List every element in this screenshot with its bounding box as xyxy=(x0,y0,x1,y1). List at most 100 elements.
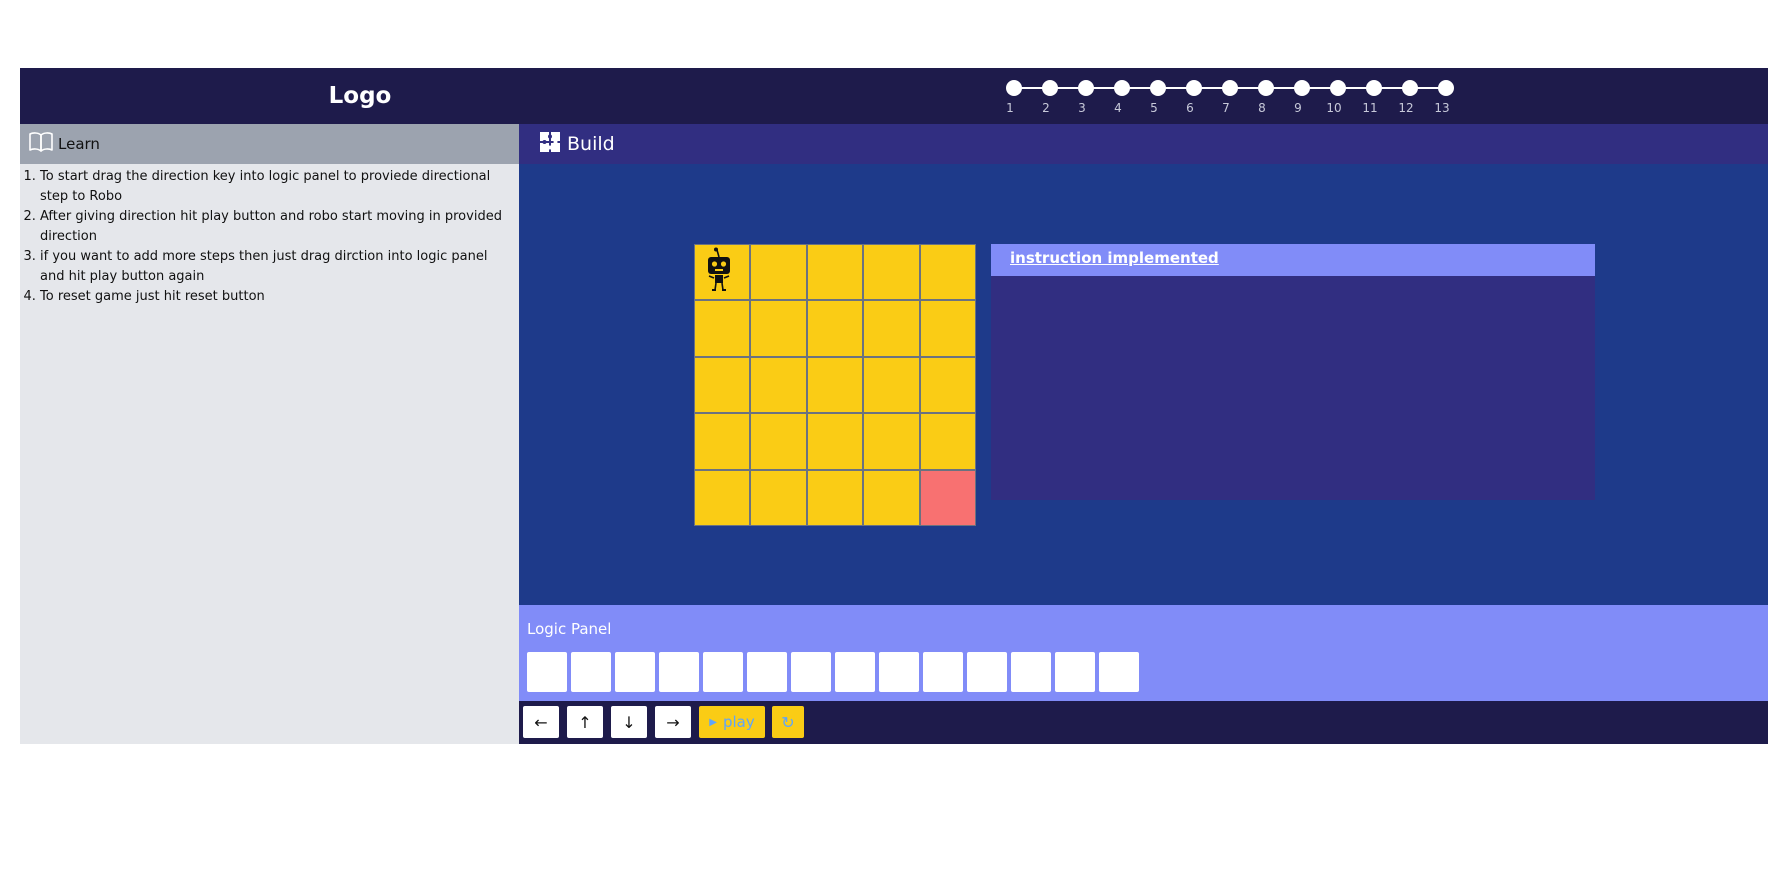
build-title: Build xyxy=(567,133,615,155)
step-10[interactable]: 10 xyxy=(1326,80,1346,115)
grid-cell xyxy=(695,245,750,300)
step-dot[interactable] xyxy=(1366,80,1382,96)
step-11[interactable]: 11 xyxy=(1362,80,1382,115)
step-number: 9 xyxy=(1294,101,1302,115)
grid-cell xyxy=(864,301,919,356)
game-grid xyxy=(694,244,976,526)
grid-cell xyxy=(751,357,806,413)
step-9[interactable]: 9 xyxy=(1294,80,1310,115)
logic-slot[interactable] xyxy=(791,652,831,692)
step-dot[interactable] xyxy=(1078,80,1094,96)
logic-slot[interactable] xyxy=(1099,652,1139,692)
step-dot[interactable] xyxy=(1186,80,1202,96)
grid-cell xyxy=(920,414,975,469)
step-4[interactable]: 4 xyxy=(1114,80,1130,115)
step-7[interactable]: 7 xyxy=(1222,80,1238,115)
step-number: 2 xyxy=(1042,101,1050,115)
down-arrow-button[interactable]: ↓ xyxy=(611,706,647,738)
grid-cell xyxy=(920,301,975,356)
grid-cell xyxy=(807,245,863,300)
play-button[interactable]: ▶ play xyxy=(699,706,765,738)
grid-cell xyxy=(864,357,919,413)
grid-cell xyxy=(920,357,975,413)
arrow-right-icon: → xyxy=(666,712,680,732)
header: Logo 1 2 3 4 5 6 7 8 9 10 11 12 13 xyxy=(20,68,1768,124)
step-2[interactable]: 2 xyxy=(1042,80,1058,115)
instruction-item: After giving direction hit play button a… xyxy=(40,207,507,247)
instructions-list: To start drag the direction key into log… xyxy=(20,164,519,307)
reset-icon: ↻ xyxy=(781,712,795,732)
left-arrow-button[interactable]: ← xyxy=(523,706,559,738)
step-12[interactable]: 12 xyxy=(1398,80,1418,115)
instruction-item: if you want to add more steps then just … xyxy=(40,247,507,287)
reset-button[interactable]: ↻ xyxy=(772,706,804,738)
logic-slot[interactable] xyxy=(1011,652,1051,692)
grid-cell xyxy=(695,301,750,356)
logic-slot[interactable] xyxy=(923,652,963,692)
logic-slot[interactable] xyxy=(571,652,611,692)
step-13[interactable]: 13 xyxy=(1434,80,1454,115)
learn-header: Learn xyxy=(20,124,519,164)
build-panel: Build instruction implemented Logic Pane… xyxy=(519,124,1768,744)
robot-icon[interactable] xyxy=(705,247,733,299)
grid-cell xyxy=(695,470,750,525)
grid-cell xyxy=(920,245,975,300)
play-icon: ▶ xyxy=(709,716,717,728)
step-dot[interactable] xyxy=(1402,80,1418,96)
build-header: Build xyxy=(519,124,1768,164)
up-arrow-button[interactable]: ↑ xyxy=(567,706,603,738)
grid-cell xyxy=(807,357,863,413)
step-dot[interactable] xyxy=(1150,80,1166,96)
goal-cell xyxy=(920,470,975,525)
step-6[interactable]: 6 xyxy=(1186,80,1202,115)
book-icon xyxy=(28,131,54,157)
step-8[interactable]: 8 xyxy=(1258,80,1274,115)
logic-slot[interactable] xyxy=(1055,652,1095,692)
step-number: 13 xyxy=(1434,101,1450,115)
grid-cell xyxy=(864,470,919,525)
logic-slot[interactable] xyxy=(879,652,919,692)
step-1[interactable]: 1 xyxy=(1006,80,1022,115)
step-dot[interactable] xyxy=(1114,80,1130,96)
step-dot[interactable] xyxy=(1258,80,1274,96)
logic-slot[interactable] xyxy=(659,652,699,692)
right-arrow-button[interactable]: → xyxy=(655,706,691,738)
step-dot[interactable] xyxy=(1006,80,1022,96)
grid-cell xyxy=(751,470,806,525)
grid-cell xyxy=(751,414,806,469)
step-dot[interactable] xyxy=(1294,80,1310,96)
step-dot[interactable] xyxy=(1330,80,1346,96)
logic-slot[interactable] xyxy=(747,652,787,692)
logic-slots xyxy=(527,652,1143,692)
step-number: 10 xyxy=(1326,101,1342,115)
logic-slot[interactable] xyxy=(527,652,567,692)
controls-bar: ← ↑ ↓ → ▶ play ↻ xyxy=(519,701,1768,744)
instruction-item: To start drag the direction key into log… xyxy=(40,167,507,207)
logic-slot[interactable] xyxy=(967,652,1007,692)
grid-cell xyxy=(695,414,750,469)
step-number: 6 xyxy=(1186,101,1194,115)
logo: Logo xyxy=(328,83,392,109)
arrow-down-icon: ↓ xyxy=(622,712,636,732)
play-label: play xyxy=(722,713,755,731)
logic-slot[interactable] xyxy=(703,652,743,692)
arrow-up-icon: ↑ xyxy=(578,712,592,732)
step-dot[interactable] xyxy=(1438,80,1454,96)
logic-slot[interactable] xyxy=(615,652,655,692)
grid-cell xyxy=(751,301,806,356)
grid-cell xyxy=(864,245,919,300)
level-stepper: 1 2 3 4 5 6 7 8 9 10 11 12 13 xyxy=(1006,80,1458,120)
logic-slot[interactable] xyxy=(835,652,875,692)
learn-title: Learn xyxy=(58,135,100,153)
step-number: 8 xyxy=(1258,101,1266,115)
step-dot[interactable] xyxy=(1042,80,1058,96)
grid-cell xyxy=(807,470,863,525)
instruction-panel-title[interactable]: instruction implemented xyxy=(1010,249,1219,267)
step-number: 1 xyxy=(1006,101,1014,115)
grid-cell xyxy=(807,414,863,469)
learn-panel: Learn To start drag the direction key in… xyxy=(20,124,519,744)
step-3[interactable]: 3 xyxy=(1078,80,1094,115)
grid-cell xyxy=(751,245,806,300)
step-5[interactable]: 5 xyxy=(1150,80,1166,115)
step-dot[interactable] xyxy=(1222,80,1238,96)
